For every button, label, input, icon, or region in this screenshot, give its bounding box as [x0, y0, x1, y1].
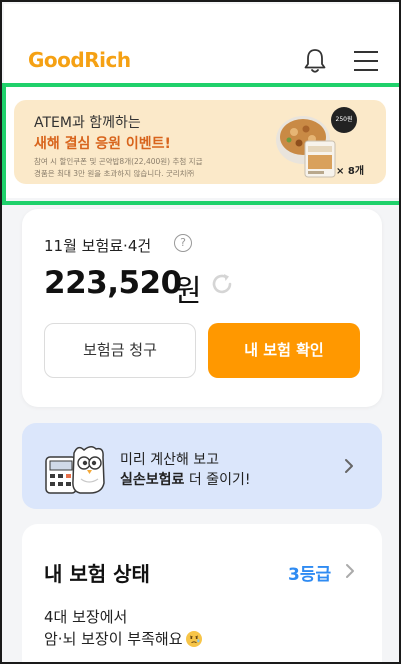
claim-button[interactable]: 보험금 청구	[44, 323, 196, 378]
banner-terms-1: 참여 시 할인쿠폰 및 곤약밥8개(22,400원) 추첨 지급	[34, 157, 203, 166]
app-logo[interactable]: GoodRich	[28, 48, 131, 72]
chevron-right-icon[interactable]	[342, 457, 356, 475]
premium-title: 11월 보험료·4건	[44, 237, 152, 255]
banner-terms-2: 경품은 최대 3만 원을 초과하지 않습니다. 굿리치㈜	[34, 169, 195, 178]
promo-card[interactable]: 미리 계산해 보고 실손보험료 더 줄이기!	[22, 423, 382, 509]
product-pack-image	[304, 140, 336, 178]
promo-line-2-rest: 더 줄이기!	[184, 472, 251, 488]
status-message-line-1: 4대 보장에서	[44, 608, 128, 626]
status-message-text: 암·뇌 보장이 부족해요	[44, 630, 183, 648]
banner-line-1: ATEM과 함께하는	[34, 115, 141, 131]
promo-line-2: 실손보험료 더 줄이기!	[120, 469, 250, 489]
status-message-line-2: 암·뇌 보장이 부족해요	[44, 628, 202, 649]
banner-headline: 새해 결심 응원 이벤트!	[34, 136, 171, 152]
refresh-icon[interactable]	[209, 271, 235, 297]
top-bar: GoodRich	[4, 4, 399, 88]
bell-icon[interactable]	[300, 46, 330, 76]
hamburger-menu-icon[interactable]	[352, 48, 380, 74]
status-title: 내 보험 상태	[44, 562, 150, 586]
app-screen: GoodRich ATEM과 함께하는 새해 결심 응원 이벤트! 참여 시 할…	[0, 0, 401, 664]
promo-line-1: 미리 계산해 보고	[120, 452, 220, 468]
help-icon[interactable]: ?	[174, 234, 192, 252]
insurance-status-card: 내 보험 상태 3등급 4대 보장에서 암·뇌 보장이 부족해요	[22, 524, 382, 662]
quantity-label: × 8개	[336, 166, 365, 177]
price-badge: 250원	[331, 107, 357, 133]
worried-face-icon	[185, 631, 202, 647]
chevron-right-icon[interactable]	[344, 562, 356, 580]
calculator-owl-icon	[45, 446, 105, 494]
premium-card: 11월 보험료·4건 ? 223,520 원 보험금 청구 내 보험 확인	[22, 209, 382, 407]
premium-unit: 원	[174, 274, 202, 309]
status-grade[interactable]: 3등급	[288, 560, 331, 585]
premium-amount: 223,520	[44, 265, 182, 301]
promo-keyword: 실손보험료	[120, 472, 185, 488]
my-insurance-button[interactable]: 내 보험 확인	[208, 323, 360, 378]
